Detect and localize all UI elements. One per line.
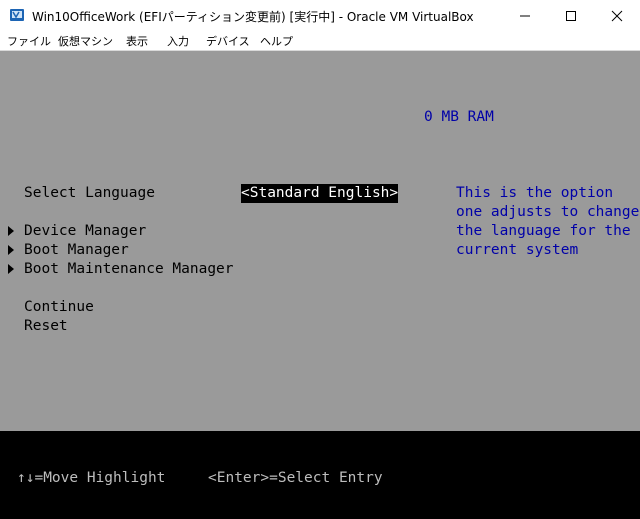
menu-help[interactable]: ヘルプ (260, 33, 293, 49)
key-help-footer: ↑↓=Move Highlight <Enter>=Select Entry (0, 431, 640, 519)
menu-file[interactable]: ファイル (7, 33, 51, 49)
menu-bar: ファイル 仮想マシン 表示 入力 デバイス ヘルプ (0, 31, 640, 51)
virtualbox-icon (10, 9, 24, 21)
maximize-icon (566, 10, 576, 21)
menu-devices[interactable]: デバイス (206, 33, 250, 49)
close-icon (611, 10, 623, 21)
menu-view[interactable]: 表示 (126, 33, 148, 49)
help-line: current system (456, 242, 579, 258)
continue-item[interactable]: Continue (24, 298, 94, 317)
move-highlight-hint: ↑↓=Move Highlight (17, 470, 166, 486)
submenu-arrow-icon (8, 245, 14, 255)
device-manager-item[interactable]: Device Manager (24, 222, 146, 241)
submenu-arrow-icon (8, 226, 14, 236)
language-selector[interactable]: <Standard English> (241, 184, 399, 203)
boot-maintenance-manager-item[interactable]: Boot Maintenance Manager (24, 260, 234, 279)
select-language-label[interactable]: Select Language (24, 184, 155, 203)
select-entry-hint: <Enter>=Select Entry (208, 470, 383, 486)
menu-machine[interactable]: 仮想マシン (58, 33, 113, 49)
minimize-icon (520, 15, 530, 16)
menu-input[interactable]: 入力 (167, 33, 189, 49)
close-button[interactable] (594, 0, 640, 31)
boot-manager-item[interactable]: Boot Manager (24, 241, 129, 260)
ram-readout: 0 MB RAM (424, 109, 494, 125)
submenu-arrow-icon (8, 264, 14, 274)
maximize-button[interactable] (548, 0, 594, 31)
help-line: This is the option (456, 185, 614, 201)
minimize-button[interactable] (502, 0, 548, 31)
reset-item[interactable]: Reset (24, 317, 68, 336)
help-line: the language for the (456, 223, 631, 239)
window-title: Win10OfficeWork (EFIパーティション変更前) [実行中] - … (32, 10, 474, 24)
title-bar[interactable]: Win10OfficeWork (EFIパーティション変更前) [実行中] - … (0, 0, 640, 31)
help-line: one adjusts to change (456, 204, 640, 220)
